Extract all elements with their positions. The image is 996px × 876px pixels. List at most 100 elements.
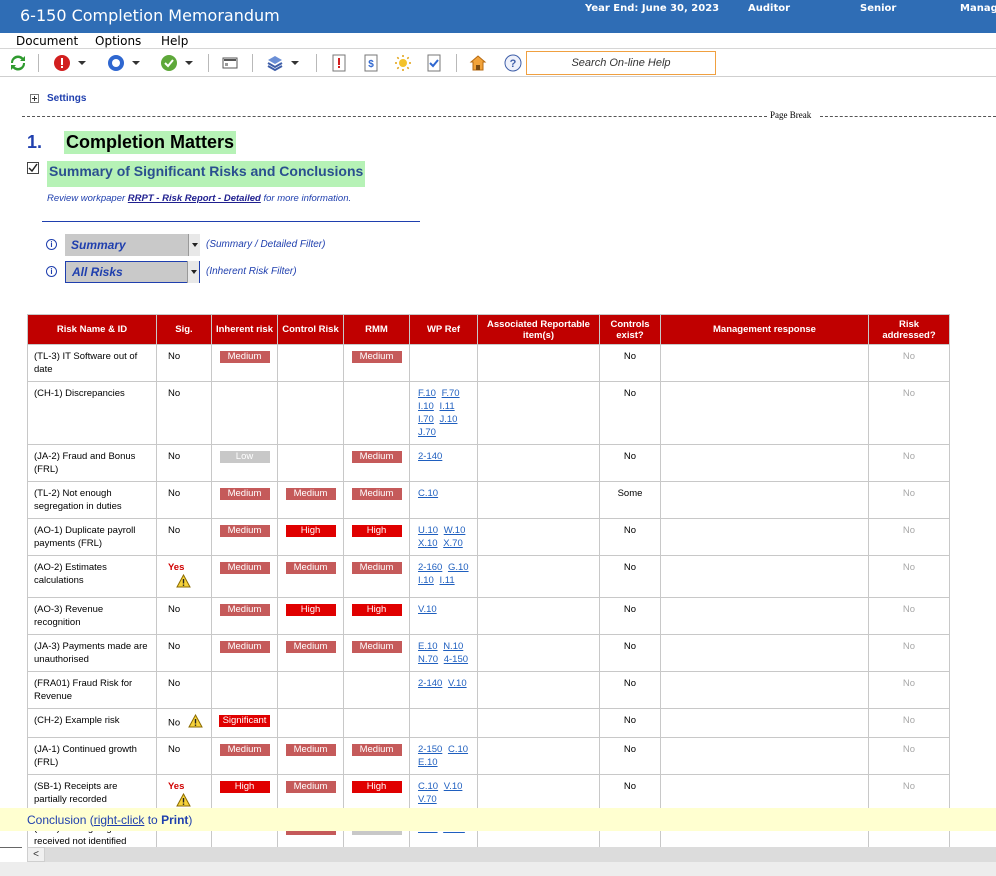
page-setup-button[interactable] xyxy=(222,53,238,73)
sig-cell[interactable]: No xyxy=(156,444,212,482)
management-response-cell[interactable] xyxy=(660,481,869,519)
risk-name[interactable]: (TL-2) Not enough segregation in duties xyxy=(34,488,122,512)
management-response-cell[interactable] xyxy=(660,381,869,445)
scroll-left-button[interactable]: < xyxy=(27,847,45,862)
risk-name[interactable]: (JA-3) Payments made are unauthorised xyxy=(34,641,148,665)
senior-label[interactable]: Senior xyxy=(860,3,896,14)
sig-cell[interactable]: No xyxy=(156,344,212,382)
inherent-risk-cell[interactable]: Low xyxy=(211,444,278,482)
rmm-cell[interactable]: Medium xyxy=(343,634,410,672)
wp-ref-link[interactable]: V.10 xyxy=(448,678,467,689)
risk-addressed-cell[interactable]: No xyxy=(868,737,950,775)
rmm-cell[interactable] xyxy=(343,671,410,709)
inherent-risk-cell[interactable]: Medium xyxy=(211,634,278,672)
wp-ref-link[interactable]: J.10 xyxy=(440,414,458,425)
wp-ref-link[interactable]: 4-150 xyxy=(444,654,468,665)
rmm-cell[interactable]: Medium xyxy=(343,481,410,519)
controls-exist-cell[interactable]: No xyxy=(599,555,661,598)
control-risk-cell[interactable] xyxy=(277,381,344,445)
rmm-cell[interactable]: High xyxy=(343,597,410,635)
management-response-cell[interactable] xyxy=(660,634,869,672)
wp-ref-link[interactable]: C.10 xyxy=(418,781,438,792)
tools-button[interactable] xyxy=(266,53,299,73)
associated-items-cell[interactable] xyxy=(477,518,600,556)
risk-addressed-cell[interactable]: No xyxy=(868,597,950,635)
signoff-button[interactable] xyxy=(160,53,193,73)
menu-options[interactable]: Options xyxy=(95,34,141,48)
info-icon[interactable]: i xyxy=(46,266,57,277)
financial-doc-button[interactable]: $ xyxy=(363,53,379,73)
risk-name[interactable]: (TL-3) IT Software out of date xyxy=(34,351,137,375)
wp-ref-link[interactable]: E.10 xyxy=(418,757,438,768)
risk-filter-select[interactable]: All Risks xyxy=(65,261,200,283)
risk-name[interactable]: (AO-3) Revenue recognition xyxy=(34,604,103,628)
checklist-button[interactable] xyxy=(426,53,442,73)
risk-name-cell[interactable]: (JA-2) Fraud and Bonus (FRL) xyxy=(27,444,157,482)
risk-name-cell[interactable]: (JA-1) Continued growth (FRL) xyxy=(27,737,157,775)
controls-exist-cell[interactable]: No xyxy=(599,381,661,445)
sig-cell[interactable]: No xyxy=(156,737,212,775)
risk-name-cell[interactable]: (TL-3) IT Software out of date xyxy=(27,344,157,382)
associated-items-cell[interactable] xyxy=(477,708,600,738)
help-button[interactable]: ? xyxy=(504,53,522,73)
status-button[interactable] xyxy=(107,53,140,73)
issues-button[interactable] xyxy=(53,53,86,73)
highlight-button[interactable] xyxy=(394,53,412,73)
wp-ref-link[interactable]: X.70 xyxy=(443,538,463,549)
risk-name[interactable]: (AO-1) Duplicate payroll payments (FRL) xyxy=(34,525,135,549)
risk-name-cell[interactable]: (AO-3) Revenue recognition xyxy=(27,597,157,635)
risk-addressed-cell[interactable]: No xyxy=(868,671,950,709)
management-response-cell[interactable] xyxy=(660,737,869,775)
wp-ref-link[interactable]: I.11 xyxy=(440,575,455,586)
management-response-cell[interactable] xyxy=(660,444,869,482)
controls-exist-cell[interactable]: No xyxy=(599,634,661,672)
management-response-cell[interactable] xyxy=(660,597,869,635)
wp-ref-link[interactable]: N.10 xyxy=(443,641,463,652)
rmm-cell[interactable] xyxy=(343,381,410,445)
control-risk-cell[interactable]: Medium xyxy=(277,737,344,775)
controls-exist-cell[interactable]: No xyxy=(599,671,661,709)
wp-ref-link[interactable]: V.10 xyxy=(418,604,437,615)
risk-name-cell[interactable]: (CH-1) Discrepancies xyxy=(27,381,157,445)
risk-addressed-cell[interactable]: No xyxy=(868,481,950,519)
sig-cell[interactable]: No xyxy=(156,708,212,738)
controls-exist-cell[interactable]: No xyxy=(599,737,661,775)
info-icon[interactable]: i xyxy=(46,239,57,250)
wp-ref-link[interactable]: V.10 xyxy=(444,781,463,792)
inherent-risk-cell[interactable]: Significant xyxy=(211,708,278,738)
risk-addressed-cell[interactable]: No xyxy=(868,708,950,738)
control-risk-cell[interactable] xyxy=(277,671,344,709)
rmm-cell[interactable]: High xyxy=(343,518,410,556)
auditor-label[interactable]: Auditor xyxy=(748,3,790,14)
management-response-cell[interactable] xyxy=(660,671,869,709)
sig-cell[interactable]: No xyxy=(156,597,212,635)
wp-ref-link[interactable]: E.10 xyxy=(418,641,438,652)
rmm-cell[interactable] xyxy=(343,708,410,738)
management-response-cell[interactable] xyxy=(660,518,869,556)
associated-items-cell[interactable] xyxy=(477,671,600,709)
control-risk-cell[interactable]: High xyxy=(277,518,344,556)
control-risk-cell[interactable] xyxy=(277,344,344,382)
risk-addressed-cell[interactable]: No xyxy=(868,518,950,556)
inherent-risk-cell[interactable]: Medium xyxy=(211,555,278,598)
controls-exist-cell[interactable]: No xyxy=(599,597,661,635)
wp-ref-link[interactable]: X.10 xyxy=(418,538,438,549)
wp-ref-link[interactable]: J.70 xyxy=(418,427,436,438)
dropdown-arrow-icon[interactable] xyxy=(187,261,199,283)
rmm-cell[interactable]: Medium xyxy=(343,555,410,598)
controls-exist-cell[interactable]: No xyxy=(599,708,661,738)
risk-name-cell[interactable]: (CH-2) Example risk xyxy=(27,708,157,738)
risk-name-cell[interactable]: (JA-3) Payments made are unauthorised xyxy=(27,634,157,672)
control-risk-cell[interactable]: High xyxy=(277,597,344,635)
controls-exist-cell[interactable]: No xyxy=(599,444,661,482)
right-click-link[interactable]: right-click xyxy=(94,813,145,827)
risk-addressed-cell[interactable]: No xyxy=(868,555,950,598)
wp-ref-link[interactable]: W.10 xyxy=(444,525,466,536)
wp-ref-link[interactable]: 2-150 xyxy=(418,744,442,755)
controls-exist-cell[interactable]: No xyxy=(599,518,661,556)
risk-name[interactable]: (FRA01) Fraud Risk for Revenue xyxy=(34,678,132,702)
risk-addressed-cell[interactable]: No xyxy=(868,344,950,382)
wp-ref-link[interactable]: F.10 xyxy=(418,388,436,399)
management-response-cell[interactable] xyxy=(660,555,869,598)
refresh-button[interactable] xyxy=(10,53,26,73)
